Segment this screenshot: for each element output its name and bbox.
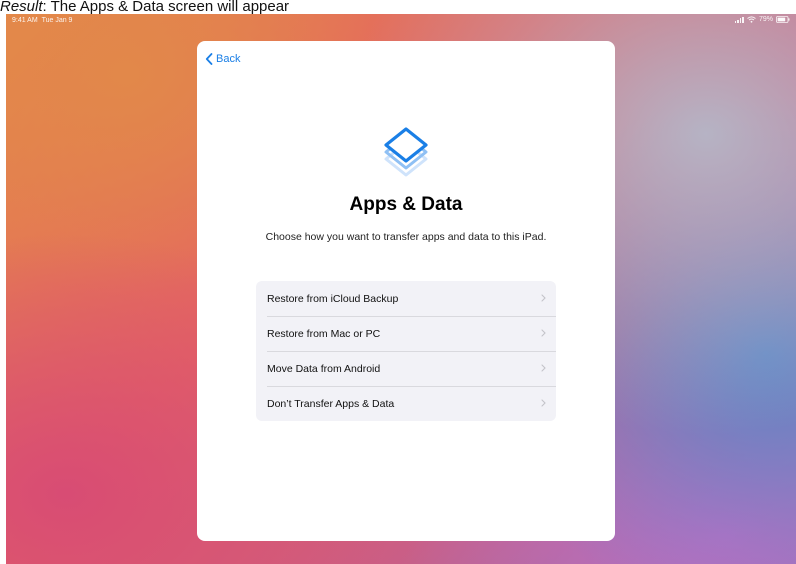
status-time: 9:41 AM Tue Jan 9 — [12, 17, 72, 24]
back-button[interactable]: Back — [205, 53, 240, 65]
option-label: Restore from Mac or PC — [267, 327, 381, 340]
chevron-right-icon — [541, 294, 546, 302]
chevron-right-icon — [541, 329, 546, 337]
chevron-right-icon — [541, 364, 546, 372]
setup-card: Back Apps & Data Choose how you want to … — [197, 41, 615, 541]
caption-text: : The Apps & Data screen will appear — [42, 0, 290, 14]
ipad-screen: 9:41 AM Tue Jan 9 79% Back Apps & Data C… — [6, 14, 796, 564]
stacked-layers-icon — [384, 127, 428, 177]
status-indicators: 79% — [734, 16, 790, 23]
transfer-options-list: Restore from iCloud Backup Restore from … — [256, 281, 556, 421]
option-label: Don’t Transfer Apps & Data — [267, 397, 395, 410]
option-label: Move Data from Android — [267, 362, 381, 375]
status-time-text: 9:41 AM — [12, 17, 38, 24]
caption: Result: The Apps & Data screen will appe… — [0, 0, 796, 14]
option-move-from-android[interactable]: Move Data from Android — [256, 351, 556, 386]
option-restore-mac-pc[interactable]: Restore from Mac or PC — [256, 316, 556, 351]
page-title: Apps & Data — [349, 194, 463, 215]
chevron-left-icon — [205, 53, 213, 65]
back-button-label: Back — [216, 53, 241, 65]
status-bar: 9:41 AM Tue Jan 9 79% — [6, 14, 796, 28]
page-subtitle: Choose how you want to transfer apps and… — [265, 231, 547, 243]
status-date-text: Tue Jan 9 — [41, 17, 73, 24]
battery-icon — [776, 16, 790, 23]
option-dont-transfer[interactable]: Don’t Transfer Apps & Data — [256, 386, 556, 421]
option-label: Restore from iCloud Backup — [267, 292, 399, 305]
chevron-right-icon — [541, 399, 546, 407]
battery-percent: 79% — [758, 16, 773, 23]
option-restore-icloud[interactable]: Restore from iCloud Backup — [256, 281, 556, 316]
caption-lead: Result — [0, 0, 43, 14]
wifi-icon — [747, 16, 756, 23]
signal-icon — [734, 16, 744, 23]
